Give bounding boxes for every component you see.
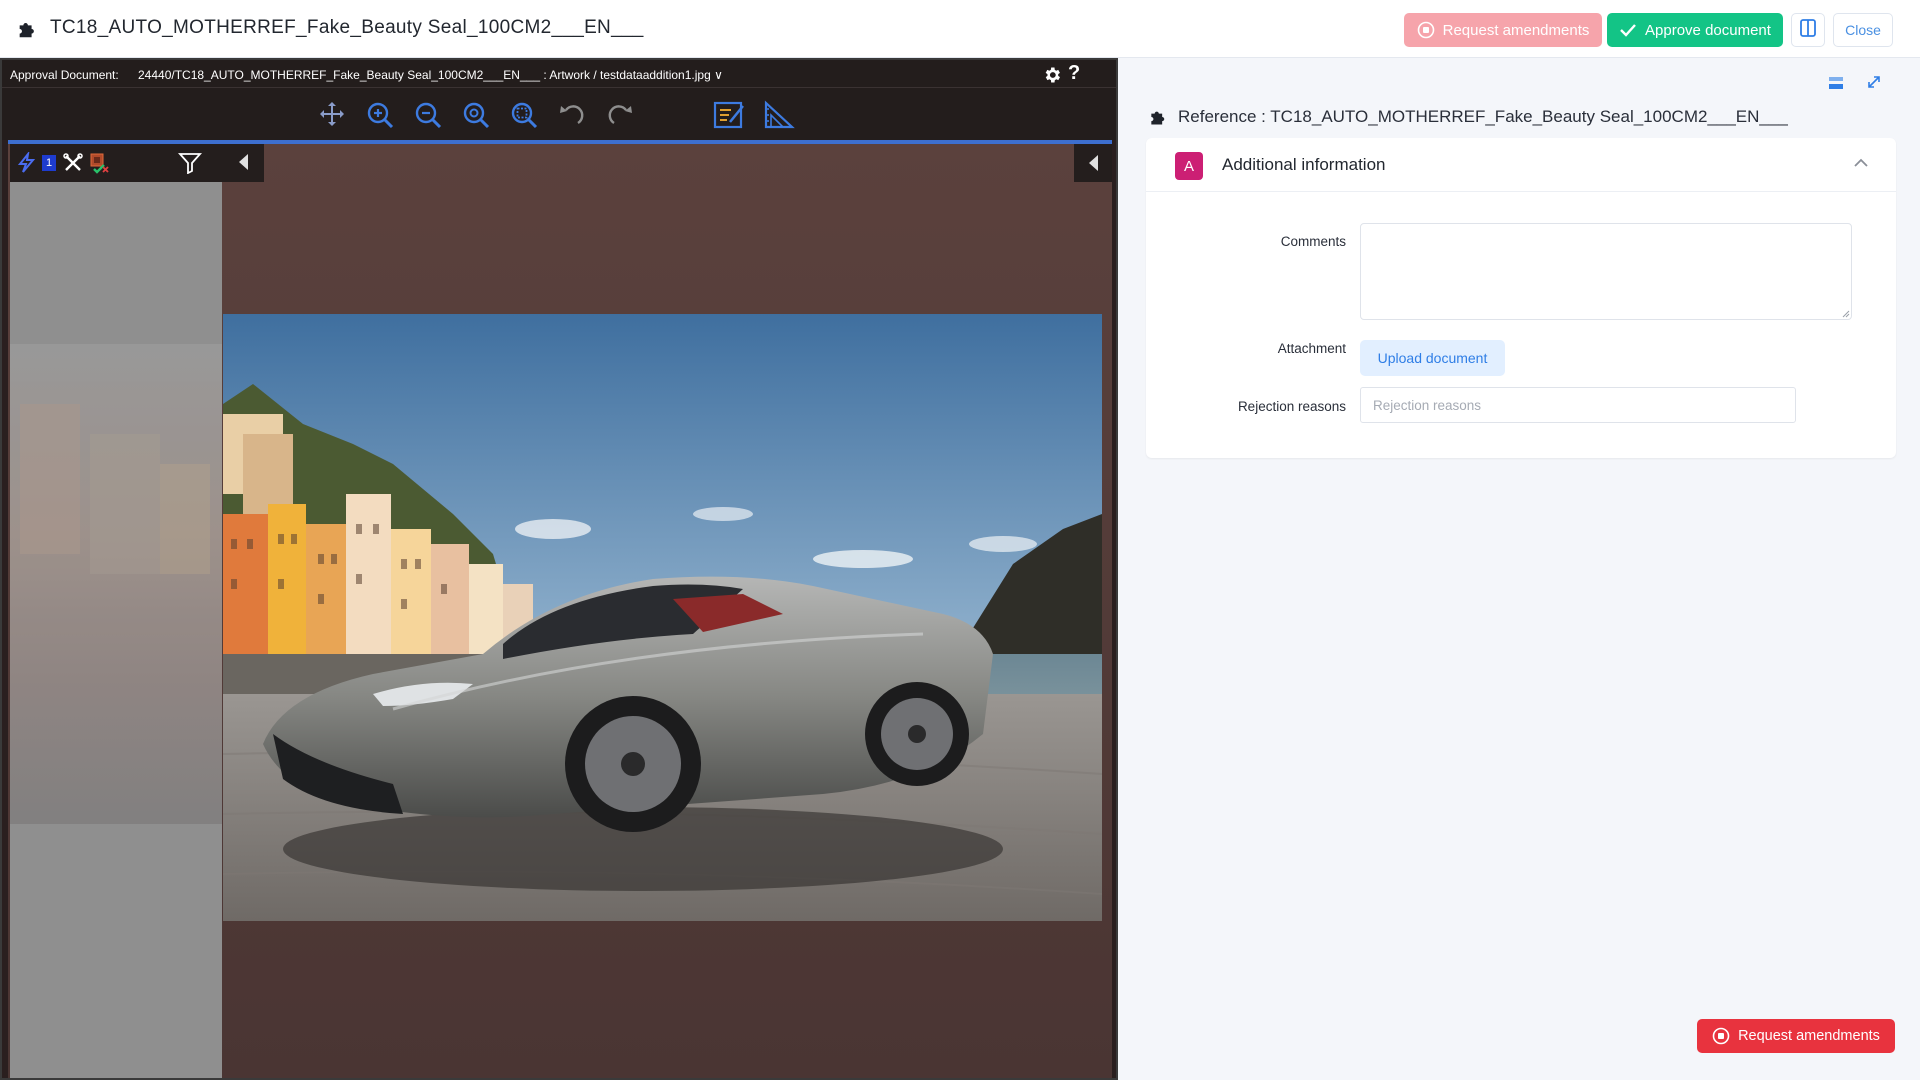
ghost-preview [10, 344, 222, 824]
document-title: TC18_AUTO_MOTHERREF_Fake_Beauty Seal_100… [50, 17, 644, 38]
reference-line: Reference : TC18_AUTO_MOTHERREF_Fake_Bea… [1148, 107, 1788, 127]
viewer-toolbar [2, 88, 1116, 140]
close-button[interactable]: Close [1833, 13, 1893, 47]
document-path-selector[interactable]: 24440/TC18_AUTO_MOTHERREF_Fake_Beauty Se… [138, 68, 723, 82]
expand-panel-icon[interactable] [1866, 74, 1882, 95]
request-amendments-button[interactable]: Request amendments [1404, 13, 1602, 47]
puzzle-icon [1151, 111, 1165, 125]
annotation-tool-icon[interactable] [16, 150, 38, 176]
viewer-canvas[interactable]: 1 [8, 144, 1112, 1078]
zoom-fit-icon[interactable] [459, 98, 493, 132]
annotate-icon[interactable] [712, 98, 746, 132]
help-icon[interactable]: ? [1068, 62, 1080, 85]
undo-icon[interactable] [555, 98, 589, 132]
section-title: Additional information [1222, 155, 1386, 174]
stop-circle-icon [1417, 21, 1435, 39]
chevron-up-icon[interactable] [1854, 158, 1868, 168]
approve-document-button[interactable]: Approve document [1607, 13, 1783, 47]
collapse-right-icon[interactable] [1074, 144, 1112, 182]
top-bar: TC18_AUTO_MOTHERREF_Fake_Beauty Seal_100… [0, 0, 1920, 58]
comments-label: Comments [1280, 234, 1346, 249]
puzzle-icon [19, 23, 34, 38]
upload-document-button[interactable]: Upload document [1360, 340, 1505, 376]
check-icon [1619, 23, 1637, 37]
rejection-reasons-input[interactable] [1360, 387, 1796, 423]
comments-field[interactable] [1360, 223, 1852, 320]
document-path: 24440/TC18_AUTO_MOTHERREF_Fake_Beauty Se… [138, 68, 711, 82]
resize-grip-icon[interactable] [1842, 310, 1850, 318]
annotation-toolbar: 1 [10, 144, 264, 182]
minimize-panel-icon[interactable] [1828, 76, 1844, 95]
request-amendments-label: Request amendments [1442, 21, 1590, 39]
artwork-image [223, 314, 1102, 921]
additional-information-card: A Additional information Comments Attach… [1146, 138, 1896, 458]
approval-document-label: Approval Document: [10, 68, 119, 82]
chevron-down-icon: ∨ [714, 68, 723, 82]
measure-icon[interactable] [762, 98, 796, 132]
viewer-header: Approval Document: 24440/TC18_AUTO_MOTHE… [2, 60, 1116, 88]
approve-document-label: Approve document [1645, 21, 1771, 39]
clear-annotations-icon[interactable] [62, 150, 84, 176]
additional-information-header[interactable]: A Additional information [1146, 138, 1896, 192]
gear-icon[interactable] [1042, 65, 1062, 85]
zoom-in-icon[interactable] [363, 98, 397, 132]
request-amendments-bottom-label: Request amendments [1738, 1028, 1880, 1044]
zoom-area-icon[interactable] [507, 98, 541, 132]
split-view-icon [1798, 18, 1818, 42]
reference-label: Reference : TC18_AUTO_MOTHERREF_Fake_Bea… [1178, 107, 1788, 126]
stop-circle-icon [1712, 1027, 1730, 1045]
collapse-left-icon[interactable] [236, 152, 250, 177]
split-view-button[interactable] [1791, 13, 1825, 47]
rejection-reasons-label: Rejection reasons [1237, 399, 1346, 414]
request-amendments-bottom-button[interactable]: Request amendments [1697, 1019, 1895, 1053]
compare-icon[interactable] [88, 150, 110, 176]
filter-icon[interactable] [178, 150, 202, 176]
section-avatar: A [1175, 152, 1203, 180]
document-viewer: Approval Document: 24440/TC18_AUTO_MOTHE… [0, 58, 1118, 1080]
attachment-label: Attachment [1277, 341, 1346, 356]
move-icon[interactable] [315, 98, 349, 132]
redo-icon[interactable] [603, 98, 637, 132]
zoom-out-icon[interactable] [411, 98, 445, 132]
annotation-count-badge: 1 [42, 150, 56, 176]
